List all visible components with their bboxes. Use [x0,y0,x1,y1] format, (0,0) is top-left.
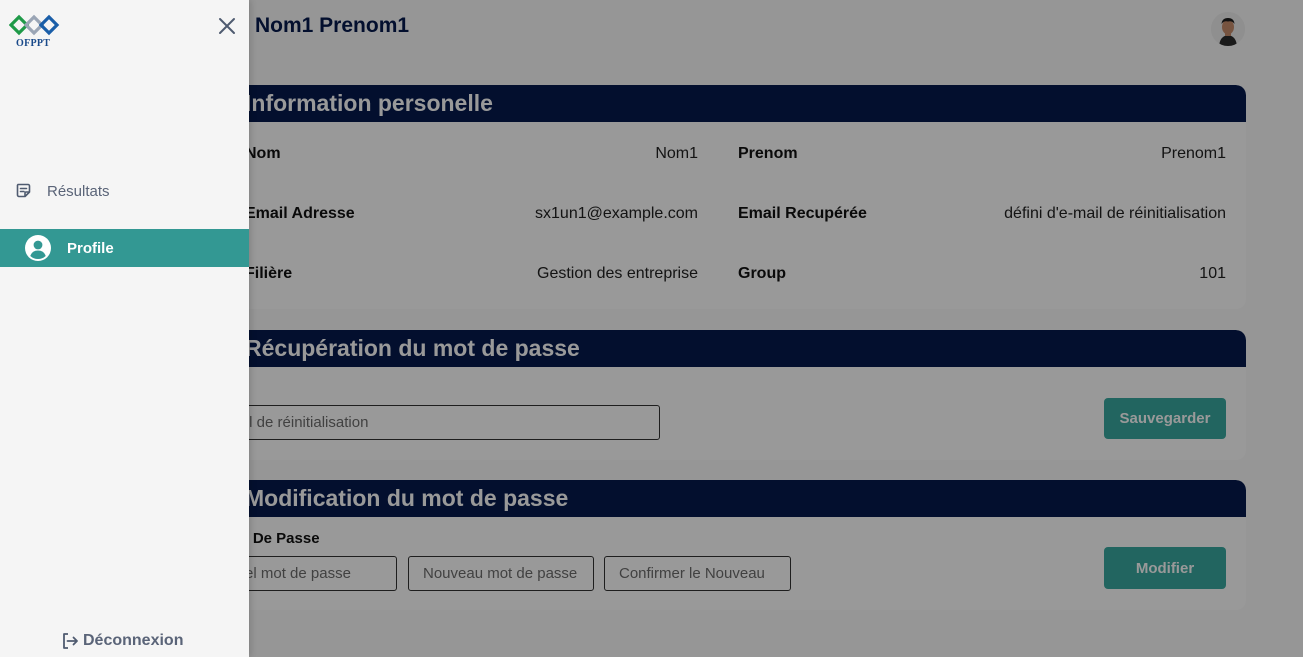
close-icon [219,18,235,34]
logo-text: OFPPT [16,38,51,49]
logout-button[interactable]: Déconnexion [61,632,183,650]
sidebar-drawer: OFPPT Résultats Profile Déconnexion [0,0,249,657]
sidebar-item-resultats[interactable]: Résultats [0,172,249,210]
sidebar-item-label: Profile [67,239,114,257]
sidebar-item-profile[interactable]: Profile [0,229,249,267]
logout-label: Déconnexion [83,632,184,649]
sidebar-item-label: Résultats [47,182,110,200]
logout-icon [63,633,78,649]
results-icon [16,183,31,198]
user-circle-icon [25,235,51,261]
close-drawer-button[interactable] [217,16,237,36]
